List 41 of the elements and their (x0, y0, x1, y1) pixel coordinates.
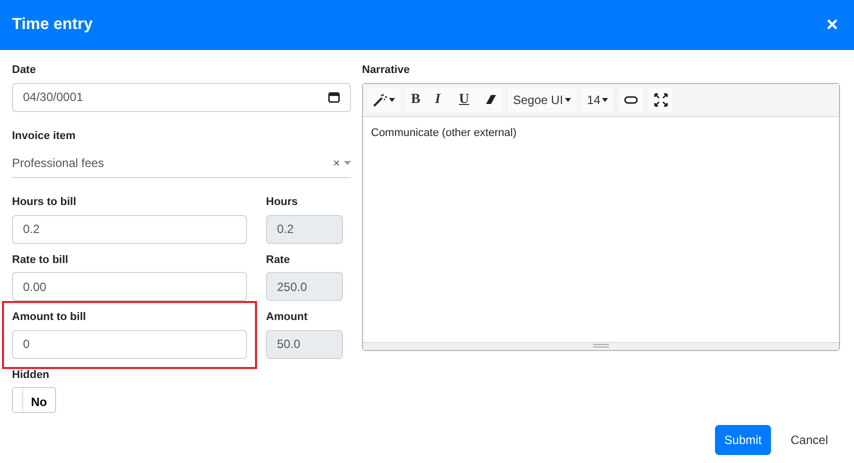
link-button[interactable] (619, 88, 644, 112)
select-value: Professional fees (12, 154, 104, 172)
caret-down-icon (602, 98, 608, 102)
input-field[interactable]: 0.2 (12, 214, 247, 244)
field-label: Hidden (12, 368, 50, 382)
caret-down-icon (565, 98, 572, 102)
calendar-icon (328, 91, 340, 103)
fullscreen-icon (654, 92, 668, 106)
close-button[interactable]: × (822, 15, 842, 35)
field-label: Hours (266, 195, 299, 210)
field-label: Narrative (362, 63, 411, 78)
toggle-switch[interactable]: No (12, 387, 56, 413)
date-field[interactable]: 04/30/0001 (12, 82, 351, 112)
caret-down-icon (344, 160, 351, 164)
cancel-button[interactable]: Cancel (778, 424, 840, 454)
readonly-field[interactable]: 50.0 (266, 330, 343, 358)
invoice-item-select[interactable]: Professional fees × (12, 148, 351, 178)
magic-wand-icon (373, 92, 387, 106)
field-label: Hours to bill (12, 195, 78, 210)
fullscreen-button[interactable] (649, 88, 674, 112)
field-label: Amount to bill (12, 310, 87, 325)
date-value: 04/30/0001 (23, 89, 84, 106)
magic-button[interactable] (368, 88, 400, 112)
clear-button[interactable]: × (332, 154, 340, 172)
caret-down-icon (389, 98, 395, 102)
input-field[interactable]: 0.00 (12, 272, 247, 301)
submit-button[interactable]: Submit (715, 424, 771, 454)
dialog-title: Time entry (12, 15, 93, 35)
field-label: Invoice item (12, 128, 77, 144)
input-field[interactable]: 0 (12, 330, 247, 358)
readonly-field[interactable]: 250.0 (266, 272, 343, 301)
resize-grip-icon (593, 344, 609, 348)
eraser-icon (483, 92, 497, 106)
field-label: Amount (266, 310, 309, 325)
dropdown-button[interactable]: 14 (582, 88, 614, 112)
editor-text: Communicate (other external) (370, 126, 518, 140)
field-label: Rate (266, 252, 291, 268)
field-label: Rate to bill (12, 252, 70, 268)
field-label: Date (12, 63, 37, 78)
dropdown-button[interactable]: Segoe UI (508, 88, 576, 112)
readonly-field[interactable]: 0.2 (266, 214, 343, 244)
